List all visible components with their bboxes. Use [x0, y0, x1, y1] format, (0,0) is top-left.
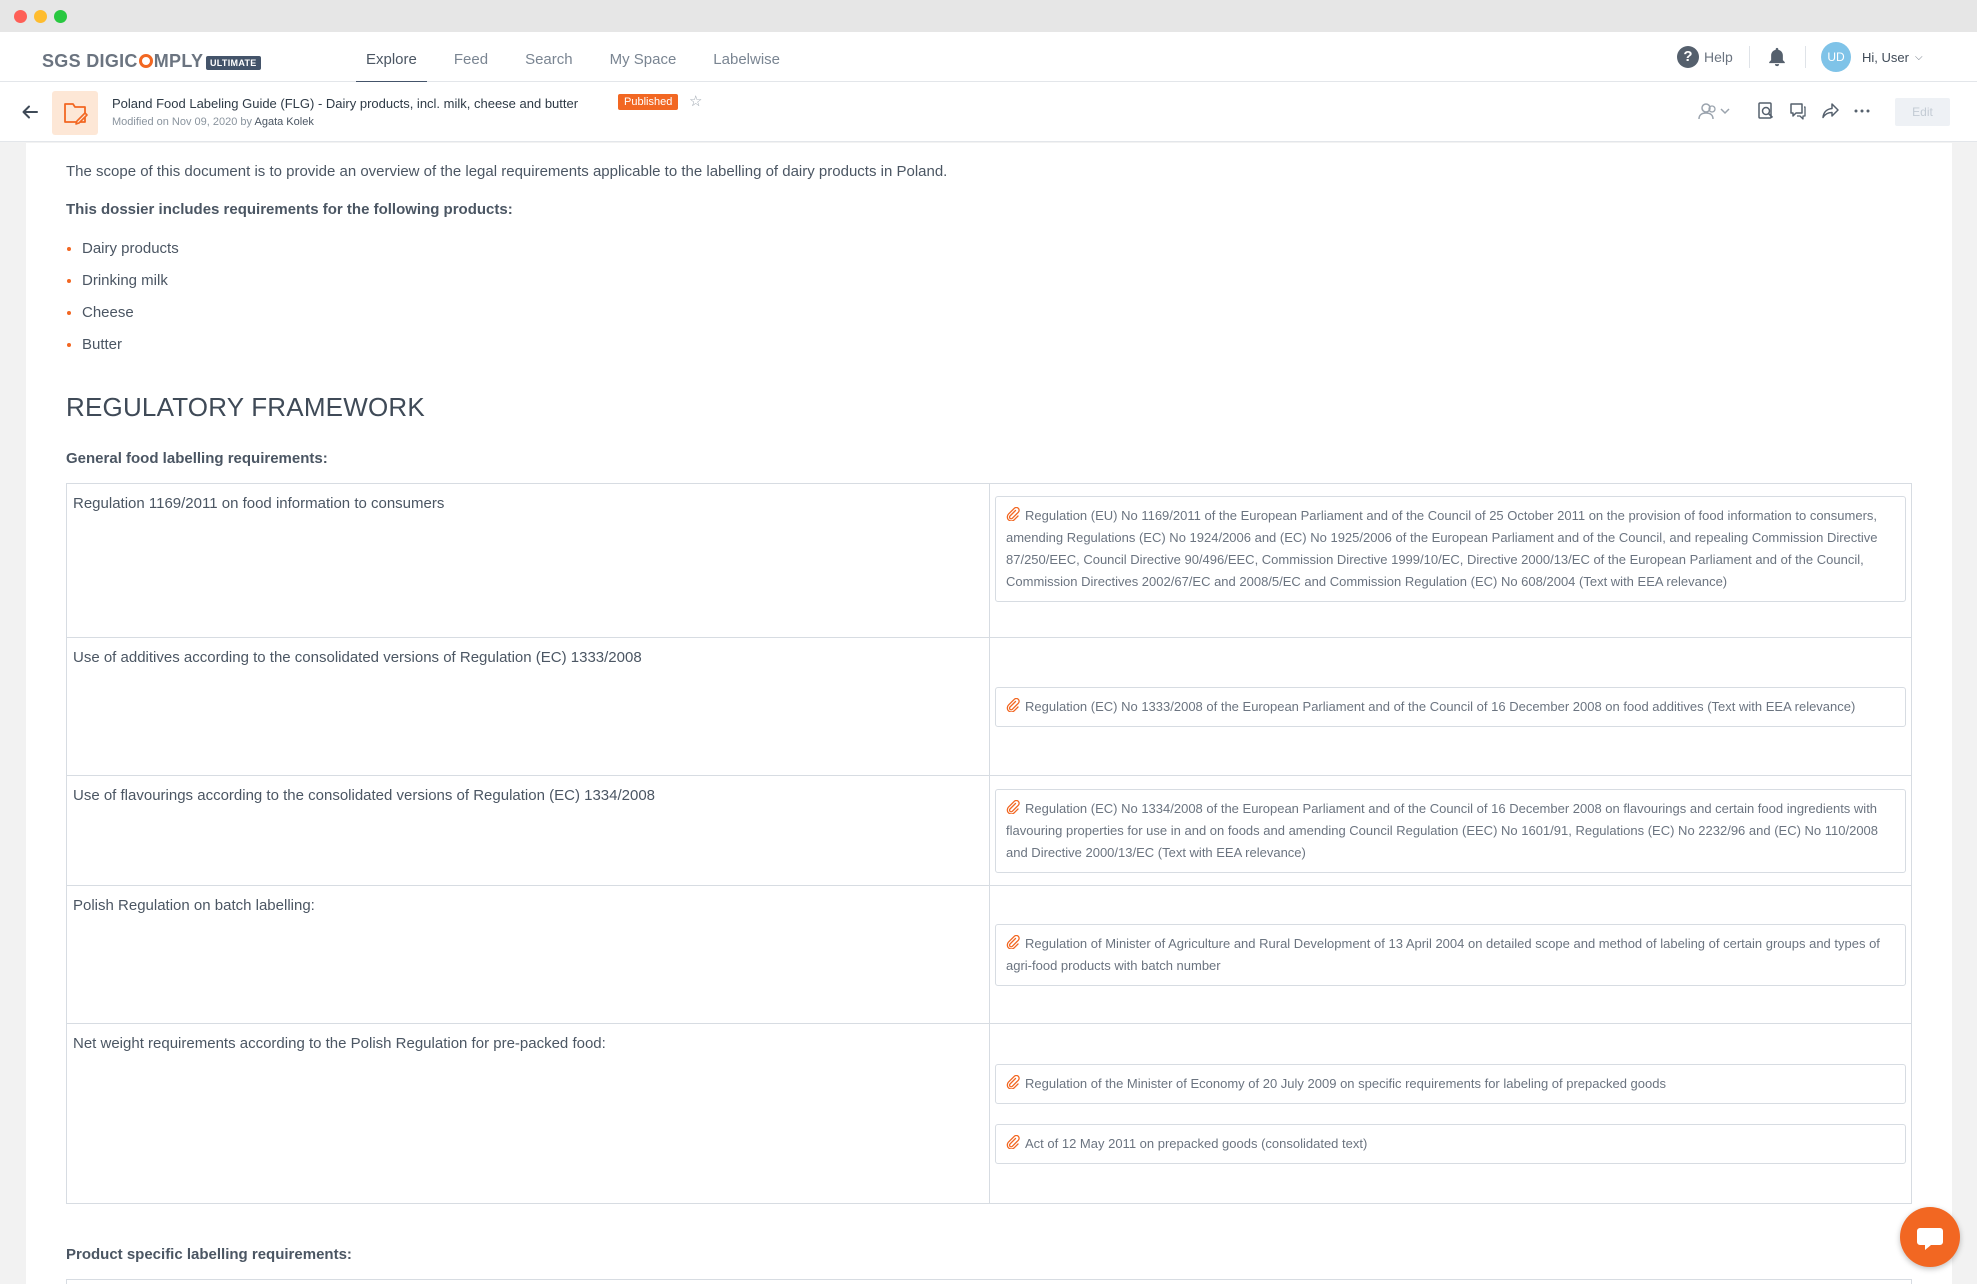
product-specific-heading: Product specific labelling requirements: [66, 1246, 352, 1263]
list-item: Cheese [66, 303, 179, 335]
help-icon: ? [1677, 46, 1699, 68]
window-zoom-button[interactable] [54, 10, 67, 23]
requirements-table: Regulation 1169/2011 on food information… [66, 483, 1912, 1204]
nav-my-space[interactable]: My Space [600, 32, 687, 82]
user-menu[interactable]: UD Hi, User ⌵ [1821, 42, 1923, 72]
header-divider [1805, 46, 1806, 68]
window-close-button[interactable] [14, 10, 27, 23]
document-meta: Modified on Nov 09, 2020 by Agata Kolek [112, 116, 314, 128]
general-requirements-heading: General food labelling requirements: [66, 450, 328, 467]
table-row: Polish Regulation on batch labelling: Re… [67, 886, 1911, 1024]
reference-cell: Regulation (EU) No 1169/2011 of the Euro… [990, 484, 1911, 637]
logo-o-mark [138, 54, 153, 68]
table-row: Net weight requirements according to the… [67, 1024, 1911, 1203]
header-divider [1749, 46, 1750, 68]
chat-button[interactable] [1900, 1207, 1960, 1267]
collaborators-icon[interactable] [1697, 100, 1731, 122]
window-titlebar [0, 0, 1977, 32]
table-row: Use of flavourings according to the cons… [67, 776, 1911, 886]
document-actions [1697, 100, 1883, 122]
requirement-cell: Polish Regulation on batch labelling: [67, 886, 990, 1023]
modified-text: Modified on Nov 09, 2020 by [112, 116, 253, 128]
reference-cell: Regulation (EC) No 1334/2008 of the Euro… [990, 776, 1911, 885]
requirement-cell: Net weight requirements according to the… [67, 1024, 990, 1203]
app-header: SGS DIGIC MPLY ULTIMATE Explore Feed Sear… [0, 32, 1977, 83]
table-row: Use of additives according to the consol… [67, 638, 1911, 776]
bell-icon[interactable] [1766, 46, 1788, 68]
document-body: The scope of this document is to provide… [26, 143, 1952, 1284]
reference-link[interactable]: Regulation (EU) No 1169/2011 of the Euro… [995, 496, 1906, 602]
nav-feed[interactable]: Feed [444, 32, 498, 82]
reference-text: Act of 12 May 2011 on prepacked goods (c… [1025, 1135, 1368, 1151]
reference-text: Regulation of the Minister of Economy of… [1025, 1075, 1666, 1091]
back-arrow-icon[interactable] [20, 102, 40, 122]
share-icon[interactable] [1819, 100, 1841, 122]
preview-icon[interactable] [1755, 100, 1777, 122]
help-label: Help [1704, 49, 1733, 65]
comments-icon[interactable] [1787, 100, 1809, 122]
reference-link[interactable]: Regulation of the Minister of Economy of… [995, 1063, 1906, 1104]
nav-explore[interactable]: Explore [356, 32, 427, 83]
requirement-cell: Regulation 1169/2011 on food information… [67, 484, 990, 637]
section-title: REGULATORY FRAMEWORK [66, 392, 425, 422]
tier-badge: ULTIMATE [206, 56, 261, 70]
document-icon [52, 91, 98, 135]
chevron-down-icon: ⌵ [1914, 51, 1923, 63]
reference-link[interactable]: Regulation (EC) No 1334/2008 of the Euro… [995, 788, 1906, 873]
reference-link[interactable]: Regulation (EC) No 1333/2008 of the Euro… [995, 686, 1906, 727]
nav-search[interactable]: Search [515, 32, 583, 82]
reference-cell: Regulation of the Minister of Economy of… [990, 1024, 1911, 1203]
paperclip-icon [1006, 1134, 1020, 1149]
nav-labelwise[interactable]: Labelwise [703, 32, 790, 82]
paperclip-icon [1006, 697, 1020, 712]
star-icon[interactable]: ☆ [689, 92, 702, 110]
avatar: UD [1821, 42, 1851, 72]
status-badge: Published [618, 94, 679, 110]
user-greeting: Hi, User [1862, 49, 1909, 65]
reference-link[interactable]: Act of 12 May 2011 on prepacked goods (c… [995, 1123, 1906, 1164]
products-heading: This dossier includes requirements for t… [66, 201, 513, 218]
paperclip-icon [1006, 507, 1020, 521]
list-item: Butter [66, 335, 179, 367]
window-minimize-button[interactable] [34, 10, 47, 23]
chat-icon [1917, 1228, 1943, 1250]
reference-text: Regulation (EC) No 1334/2008 of the Euro… [1006, 800, 1879, 860]
table-row: Regulation 1169/2011 on food information… [67, 484, 1911, 638]
paperclip-icon [1006, 934, 1020, 949]
help-link[interactable]: ? Help [1677, 46, 1733, 68]
product-specific-table [66, 1279, 1912, 1284]
requirement-cell: Use of flavourings according to the cons… [67, 776, 990, 885]
edit-button[interactable]: Edit [1895, 98, 1950, 126]
reference-cell: Regulation (EC) No 1333/2008 of the Euro… [990, 638, 1911, 775]
document-title: Poland Food Labeling Guide (FLG) - Dairy… [112, 96, 579, 111]
reference-text: Regulation (EC) No 1333/2008 of the Euro… [1025, 698, 1856, 714]
reference-cell: Regulation of Minister of Agriculture an… [990, 886, 1911, 1023]
reference-link[interactable]: Regulation of Minister of Agriculture an… [995, 923, 1906, 986]
list-item: Drinking milk [66, 271, 179, 303]
list-item: Dairy products [66, 239, 179, 271]
reference-text: Regulation of Minister of Agriculture an… [1006, 935, 1880, 973]
document-header: Poland Food Labeling Guide (FLG) - Dairy… [0, 82, 1977, 142]
product-list: Dairy products Drinking milk Cheese Butt… [66, 239, 179, 367]
reference-text: Regulation (EU) No 1169/2011 of the Euro… [1006, 508, 1878, 589]
more-icon[interactable] [1851, 100, 1873, 122]
paperclip-icon [1006, 1074, 1020, 1089]
intro-paragraph: The scope of this document is to provide… [66, 163, 948, 180]
requirement-cell: Use of additives according to the consol… [67, 638, 990, 775]
author-name[interactable]: Agata Kolek [255, 116, 314, 128]
logo[interactable]: SGS DIGIC MPLY [42, 51, 203, 72]
paperclip-icon [1006, 799, 1020, 814]
main-nav: Explore Feed Search My Space Labelwise [356, 32, 807, 83]
